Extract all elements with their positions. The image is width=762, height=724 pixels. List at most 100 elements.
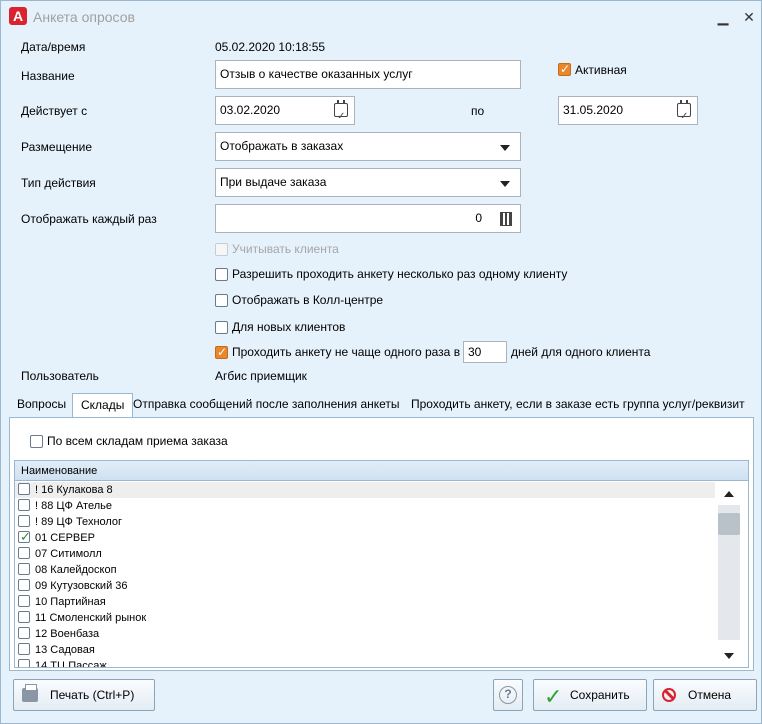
calculator-icon[interactable] bbox=[500, 212, 512, 226]
valid-to-value: 31.05.2020 bbox=[563, 103, 624, 117]
warehouse-name: ! 16 Кулакова 8 bbox=[35, 484, 113, 496]
list-item[interactable]: 12 Военбаза bbox=[15, 626, 715, 642]
active-label: Активная bbox=[575, 63, 627, 77]
row-checkbox[interactable] bbox=[18, 595, 30, 607]
warehouses-panel: По всем складам приема заказа Наименован… bbox=[9, 417, 754, 671]
list-item[interactable]: 01 СЕРВЕР bbox=[15, 529, 715, 546]
window-title: Анкета опросов bbox=[33, 9, 135, 25]
scroll-thumb[interactable] bbox=[718, 513, 740, 535]
tab-send-messages[interactable]: Отправка сообщений после заполнения анке… bbox=[125, 393, 408, 417]
scroll-up-icon[interactable] bbox=[724, 491, 734, 497]
date-value: 05.02.2020 10:18:55 bbox=[215, 40, 326, 54]
tab-questions[interactable]: Вопросы bbox=[9, 393, 74, 417]
list-item[interactable]: 09 Кутузовский 36 bbox=[15, 578, 715, 594]
calendar-icon[interactable] bbox=[677, 100, 691, 130]
new-clients-label: Для новых клиентов bbox=[232, 320, 346, 334]
name-label: Название bbox=[21, 69, 75, 83]
chevron-down-icon[interactable] bbox=[500, 145, 510, 151]
row-checkbox[interactable] bbox=[18, 579, 30, 591]
row-checkbox[interactable] bbox=[18, 483, 30, 495]
action-type-label: Тип действия bbox=[21, 176, 96, 190]
show-callcenter-label: Отображать в Колл-центре bbox=[232, 293, 384, 307]
warehouse-name: ! 88 ЦФ Ателье bbox=[35, 500, 112, 512]
action-type-value: При выдаче заказа bbox=[220, 175, 327, 189]
display-each-label: Отображать каждый раз bbox=[21, 212, 157, 226]
date-label: Дата/время bbox=[21, 40, 86, 54]
all-warehouses-checkbox[interactable] bbox=[30, 435, 43, 448]
new-clients-checkbox[interactable] bbox=[215, 321, 228, 334]
warehouses-grid: Наименование ! 16 Кулакова 8 ! 88 ЦФ Ател… bbox=[14, 460, 749, 668]
show-callcenter-checkbox[interactable] bbox=[215, 294, 228, 307]
print-button[interactable]: Печать (Ctrl+P) bbox=[13, 679, 155, 711]
row-checkbox[interactable] bbox=[18, 515, 30, 527]
list-item[interactable]: ! 16 Кулакова 8 bbox=[15, 482, 715, 498]
help-button[interactable]: ? bbox=[493, 679, 523, 711]
action-type-select[interactable]: При выдаче заказа bbox=[215, 168, 521, 197]
consider-client-label: Учитывать клиента bbox=[232, 242, 339, 256]
list-item[interactable]: ! 89 ЦФ Технолог bbox=[15, 514, 715, 530]
warehouse-name: ! 89 ЦФ Технолог bbox=[35, 516, 123, 528]
printer-icon bbox=[22, 684, 38, 702]
column-header-name[interactable]: Наименование bbox=[15, 461, 748, 481]
active-checkbox[interactable] bbox=[558, 62, 571, 76]
valid-from-value: 03.02.2020 bbox=[220, 103, 281, 117]
cancel-button-label: Отмена bbox=[688, 688, 732, 702]
row-checkbox[interactable] bbox=[18, 563, 30, 575]
scroll-down-icon[interactable] bbox=[724, 653, 734, 659]
allow-multiple-checkbox[interactable] bbox=[215, 268, 228, 281]
tab-service-group[interactable]: Проходить анкету, если в заказе есть гру… bbox=[403, 393, 753, 417]
checkmark-icon: ✓ bbox=[544, 684, 563, 709]
row-checkbox[interactable] bbox=[18, 499, 30, 511]
list-item[interactable]: 08 Калейдоскоп bbox=[15, 562, 715, 578]
valid-to-label: по bbox=[471, 104, 485, 118]
list-item[interactable]: 11 Смоленский рынок bbox=[15, 610, 715, 626]
valid-from-input[interactable]: 03.02.2020 bbox=[215, 96, 355, 130]
warehouse-name: 01 СЕРВЕР bbox=[35, 532, 95, 544]
tab-bar: Вопросы Склады Отправка сообщений после … bbox=[9, 393, 754, 418]
help-icon: ? bbox=[499, 686, 517, 704]
not-often-suffix-label: дней для одного клиента bbox=[511, 345, 651, 359]
cancel-button[interactable]: Отмена bbox=[653, 679, 757, 711]
scrollbar[interactable] bbox=[718, 485, 740, 665]
user-value: Агбис приемщик bbox=[215, 369, 307, 383]
save-button[interactable]: ✓ Сохранить bbox=[533, 679, 647, 711]
list-item[interactable]: 07 Ситимолл bbox=[15, 546, 715, 562]
warehouse-name: 07 Ситимолл bbox=[35, 548, 102, 560]
warehouse-name: 14 ТЦ Пассаж bbox=[35, 660, 107, 668]
warehouse-name: 08 Калейдоскоп bbox=[35, 564, 117, 576]
row-checkbox[interactable] bbox=[18, 611, 30, 623]
minimize-button[interactable]: ▁ bbox=[713, 7, 733, 27]
user-label: Пользователь bbox=[21, 369, 99, 383]
display-each-value: 0 bbox=[475, 211, 482, 225]
app-logo-icon: А bbox=[9, 7, 27, 25]
valid-to-input[interactable]: 31.05.2020 bbox=[558, 96, 698, 130]
row-checkbox[interactable] bbox=[18, 529, 31, 545]
chevron-down-icon[interactable] bbox=[500, 181, 510, 187]
cancel-icon bbox=[662, 688, 676, 702]
warehouse-name: 13 Садовая bbox=[35, 644, 95, 656]
all-warehouses-label: По всем складам приема заказа bbox=[47, 434, 228, 448]
warehouse-name: 11 Смоленский рынок bbox=[35, 612, 147, 624]
list-item[interactable]: 10 Партийная bbox=[15, 594, 715, 610]
save-button-label: Сохранить bbox=[570, 688, 630, 702]
row-checkbox[interactable] bbox=[18, 627, 30, 639]
placement-label: Размещение bbox=[21, 140, 92, 154]
list-item[interactable]: 14 ТЦ Пассаж bbox=[15, 658, 715, 668]
valid-from-label: Действует с bbox=[21, 104, 88, 118]
not-often-days-input[interactable]: 30 bbox=[463, 341, 507, 363]
row-checkbox[interactable] bbox=[18, 643, 30, 655]
close-button[interactable]: ✕ bbox=[739, 7, 759, 27]
warehouse-name: 10 Партийная bbox=[35, 596, 106, 608]
title-bar: А Анкета опросов ▁ ✕ bbox=[1, 1, 761, 33]
warehouse-name: 12 Военбаза bbox=[35, 628, 100, 640]
row-checkbox[interactable] bbox=[18, 547, 30, 559]
list-item[interactable]: 13 Садовая bbox=[15, 642, 715, 658]
consider-client-checkbox bbox=[215, 243, 228, 256]
calendar-icon[interactable] bbox=[334, 100, 348, 130]
name-input[interactable]: Отзыв о качестве оказанных услуг bbox=[215, 60, 521, 89]
row-checkbox[interactable] bbox=[18, 659, 30, 667]
list-item[interactable]: ! 88 ЦФ Ателье bbox=[15, 498, 715, 514]
placement-select[interactable]: Отображать в заказах bbox=[215, 132, 521, 161]
display-each-input[interactable]: 0 bbox=[215, 204, 521, 233]
not-often-checkbox[interactable] bbox=[215, 345, 228, 359]
